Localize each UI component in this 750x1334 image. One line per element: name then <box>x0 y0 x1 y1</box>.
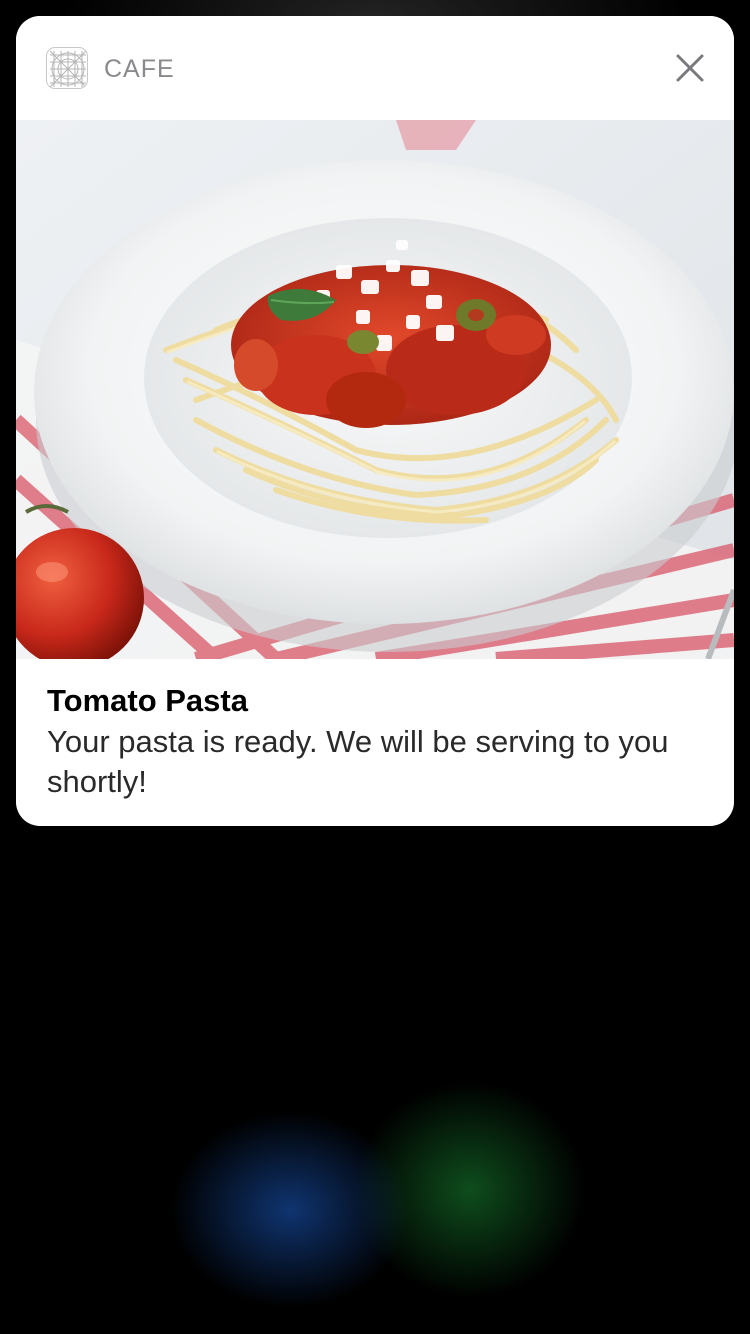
notification-header: CAFE <box>16 16 734 120</box>
cafe-grid-icon <box>46 47 88 89</box>
notification-card[interactable]: CAFE Tomato Pasta Your pasta is ready. W… <box>16 16 734 826</box>
close-button[interactable] <box>666 46 714 90</box>
app-name: CAFE <box>104 55 175 83</box>
notification-message: Your pasta is ready. We will be serving … <box>47 724 669 799</box>
notification-title: Tomato Pasta <box>47 683 248 718</box>
pasta-plate-photo <box>16 120 734 659</box>
close-icon <box>676 54 704 82</box>
notification-body: Tomato Pasta Your pasta is ready. We wil… <box>47 682 707 802</box>
